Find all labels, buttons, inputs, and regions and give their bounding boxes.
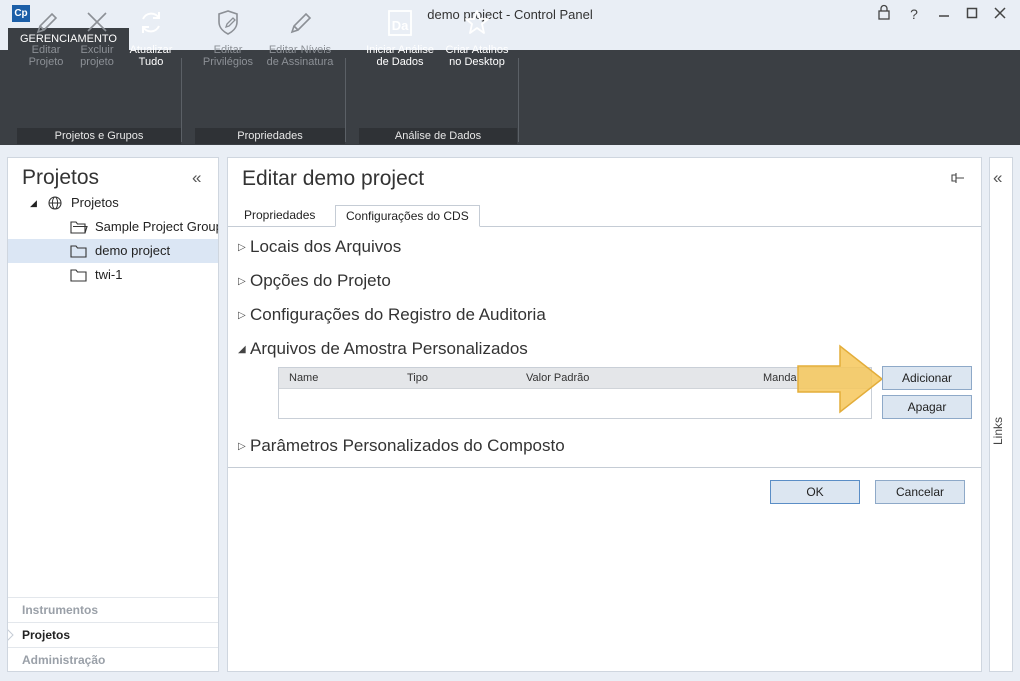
- nav-selected-marker: [8, 629, 14, 641]
- tree-item-label: twi-1: [95, 267, 123, 282]
- section-locais-arquivos[interactable]: ▷ Locais dos Arquivos: [238, 237, 401, 257]
- grid-header: Name Tipo Valor Padrão Manda: [279, 368, 871, 389]
- refresh-all-button[interactable]: Atualizar Tudo: [125, 8, 177, 68]
- nav-instrumentos[interactable]: Instrumentos: [8, 597, 218, 622]
- page-title: Editar demo project: [242, 167, 425, 190]
- column-header-name[interactable]: Name: [289, 372, 318, 384]
- ribbon-divider: [181, 58, 182, 142]
- create-desktop-shortcuts-label-1: Criar Atalhos: [445, 44, 509, 56]
- tree-item-label: Sample Project Group: [95, 219, 219, 234]
- links-panel[interactable]: « Links: [989, 157, 1013, 672]
- section-label: Opções do Projeto: [250, 271, 391, 290]
- nav-administracao[interactable]: Administração: [8, 647, 218, 671]
- x-icon: [87, 12, 107, 32]
- divider: [228, 467, 981, 468]
- section-opcoes-projeto[interactable]: ▷ Opções do Projeto: [238, 271, 391, 291]
- edit-project-button[interactable]: Editar Projeto: [22, 8, 70, 68]
- section-label: Locais dos Arquivos: [250, 237, 402, 256]
- highlight-arrow-icon: [797, 344, 884, 414]
- edit-signature-levels-label-1: Editar Níveis: [268, 44, 332, 56]
- section-parametros-composto[interactable]: ▷ Parâmetros Personalizados do Composto: [238, 436, 565, 456]
- tree-expand-icon[interactable]: ◢: [30, 198, 37, 209]
- refresh-icon: [142, 12, 160, 33]
- refresh-all-label-1: Atualizar: [129, 44, 173, 56]
- lock-icon[interactable]: [874, 4, 894, 24]
- edit-project-panel: Editar demo project Propriedades Configu…: [227, 157, 982, 672]
- tree-item-demo-project[interactable]: demo project: [8, 239, 218, 263]
- section-label: Arquivos de Amostra Personalizados: [250, 339, 528, 358]
- start-data-analysis-label-2: de Dados: [376, 56, 424, 68]
- section-label: Parâmetros Personalizados do Composto: [250, 436, 565, 455]
- section-arquivos-amostra[interactable]: ◢ Arquivos de Amostra Personalizados: [238, 339, 528, 359]
- star-icon: [465, 10, 489, 34]
- expand-triangle-icon: ▷: [238, 310, 246, 321]
- column-header-tipo[interactable]: Tipo: [407, 372, 428, 384]
- collapse-left-icon[interactable]: «: [192, 168, 201, 188]
- pencil-icon: [36, 12, 58, 34]
- collapse-triangle-icon: ◢: [238, 344, 246, 355]
- refresh-all-label-2: Tudo: [138, 56, 164, 68]
- svg-text:Da: Da: [392, 18, 409, 33]
- globe-icon: [48, 196, 62, 210]
- tab-propriedades[interactable]: Propriedades: [234, 205, 325, 227]
- start-data-analysis-button[interactable]: Da Iniciar Análise de Dados: [362, 8, 438, 68]
- folder-icon: [70, 269, 87, 282]
- links-label[interactable]: Links: [991, 417, 1005, 445]
- group-label-projetos-grupos: Projetos e Grupos: [17, 128, 181, 144]
- pencil-icon: [290, 12, 312, 34]
- tree-item-label: demo project: [95, 243, 171, 258]
- projects-panel: Projetos « ◢ Projetos Sample Project Gro…: [7, 157, 219, 672]
- nav-projetos[interactable]: Projetos: [8, 622, 218, 647]
- group-label-analise-dados: Análise de Dados: [359, 128, 517, 144]
- tab-configuracoes-cds[interactable]: Configurações do CDS: [335, 205, 480, 227]
- tree-item-projetos[interactable]: ◢ Projetos: [8, 191, 218, 215]
- folder-open-icon: [70, 221, 88, 234]
- edit-signature-levels-label-2: de Assinatura: [266, 56, 334, 68]
- nav-label: Instrumentos: [22, 603, 99, 617]
- delete-project-label-1: Excluir: [80, 44, 114, 56]
- tree-item-label: Projetos: [71, 195, 119, 210]
- edit-privileges-button[interactable]: Editar Privilégios: [199, 8, 257, 68]
- ok-button[interactable]: OK: [770, 480, 860, 504]
- edit-signature-levels-button[interactable]: Editar Níveis de Assinatura: [264, 8, 336, 68]
- ribbon-divider: [345, 58, 346, 142]
- nav-label: Projetos: [22, 628, 71, 642]
- close-icon[interactable]: [990, 4, 1010, 24]
- delete-project-button[interactable]: Excluir projeto: [73, 8, 121, 68]
- edit-project-label-1: Editar: [31, 44, 61, 56]
- column-header-manda[interactable]: Manda: [763, 372, 797, 384]
- custom-sample-files-grid[interactable]: Name Tipo Valor Padrão Manda: [278, 367, 872, 419]
- group-label-propriedades: Propriedades: [195, 128, 345, 144]
- add-button[interactable]: Adicionar: [882, 366, 972, 390]
- ribbon-divider: [518, 58, 519, 142]
- start-data-analysis-label-1: Iniciar Análise: [366, 44, 434, 56]
- expand-triangle-icon: ▷: [238, 242, 246, 253]
- edit-privileges-label-1: Editar: [213, 44, 243, 56]
- edit-privileges-label-2: Privilégios: [202, 56, 254, 68]
- expand-triangle-icon: ▷: [238, 276, 246, 287]
- expand-triangle-icon: ▷: [238, 441, 246, 452]
- tree-item-sample-project-group[interactable]: Sample Project Group: [8, 215, 219, 239]
- cancel-button[interactable]: Cancelar: [875, 480, 965, 504]
- minimize-icon[interactable]: [934, 4, 954, 24]
- shield-pencil-icon: [218, 10, 238, 35]
- delete-button[interactable]: Apagar: [882, 395, 972, 419]
- folder-icon: [70, 245, 87, 258]
- projects-panel-title: Projetos: [22, 166, 100, 189]
- section-label: Configurações do Registro de Auditoria: [250, 305, 546, 324]
- data-analysis-icon: Da: [388, 10, 412, 36]
- nav-label: Administração: [22, 653, 106, 667]
- create-desktop-shortcuts-label-2: no Desktop: [449, 56, 505, 68]
- edit-project-label-2: Projeto: [28, 56, 64, 68]
- maximize-icon[interactable]: [962, 4, 982, 24]
- section-registro-auditoria[interactable]: ▷ Configurações do Registro de Auditoria: [238, 305, 546, 325]
- create-desktop-shortcuts-button[interactable]: Criar Atalhos no Desktop: [442, 8, 512, 68]
- delete-project-label-2: projeto: [80, 56, 114, 68]
- tree-item-twi-1[interactable]: twi-1: [8, 263, 218, 287]
- expand-links-icon[interactable]: «: [993, 168, 1002, 188]
- column-header-valor-padrao[interactable]: Valor Padrão: [526, 372, 589, 384]
- help-icon[interactable]: ?: [904, 4, 924, 24]
- pin-icon[interactable]: [950, 171, 966, 185]
